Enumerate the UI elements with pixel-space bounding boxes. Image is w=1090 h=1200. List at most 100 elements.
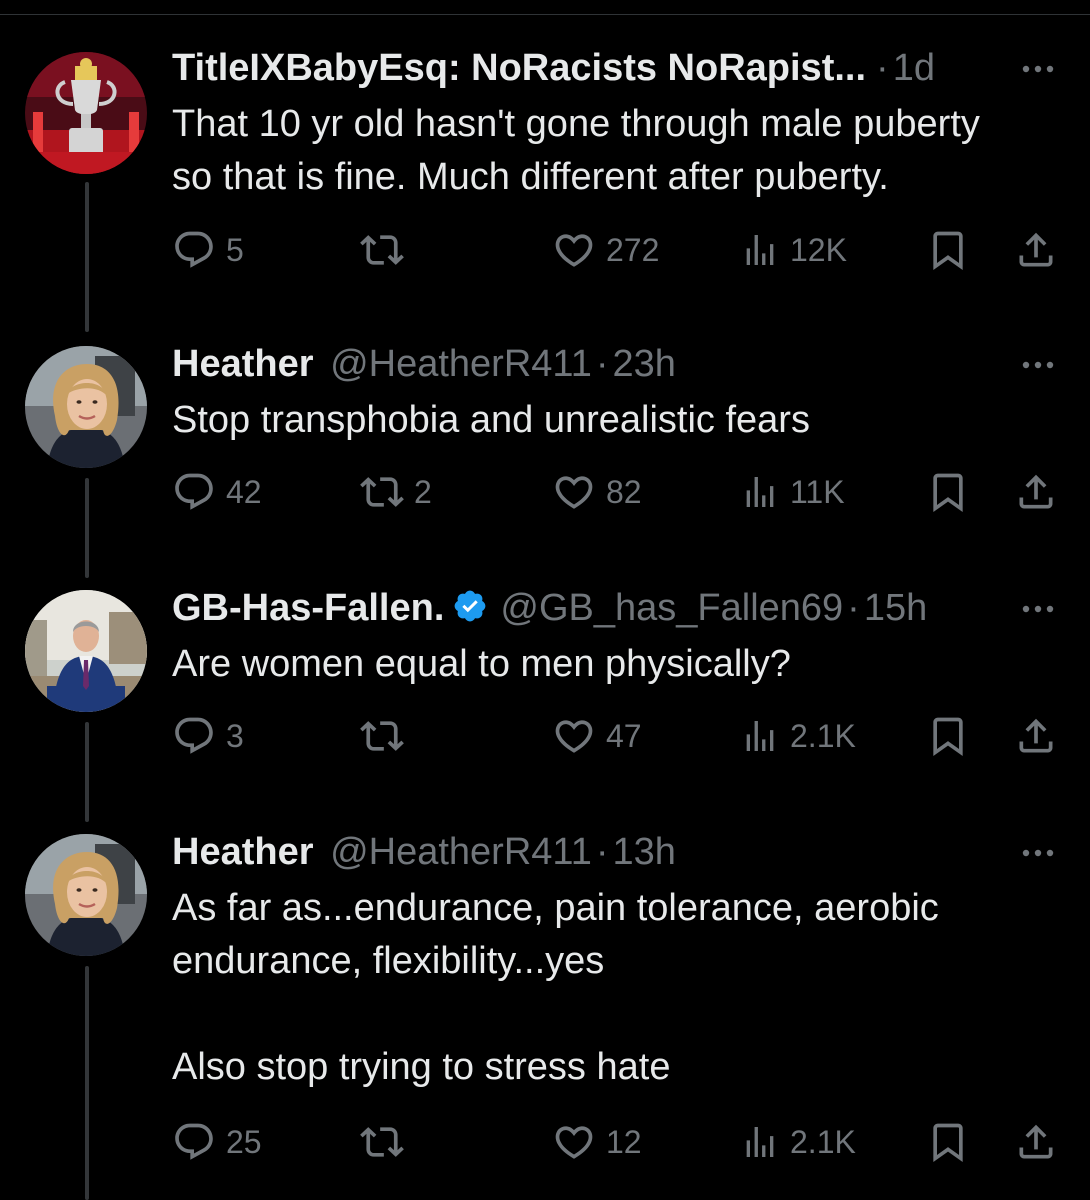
repost-button[interactable]: 2 — [360, 468, 432, 516]
views-icon — [740, 714, 780, 758]
tweet-header: Heather @HeatherR411 · 23h — [172, 342, 676, 386]
separator-dot: · — [847, 587, 860, 629]
views-button[interactable]: 12K — [740, 226, 847, 274]
tweet[interactable]: Heather @HeatherR411 · 23h Stop transphobi… — [0, 340, 1090, 584]
views-icon — [740, 470, 780, 514]
like-button[interactable]: 272 — [552, 226, 659, 274]
timestamp[interactable]: 23h — [613, 343, 676, 385]
tweet-text: Are women equal to men physically? — [172, 643, 791, 685]
timestamp[interactable]: 1d — [893, 47, 935, 89]
like-count: 47 — [606, 717, 642, 754]
repost-icon — [360, 1120, 404, 1164]
reply-count: 3 — [226, 717, 244, 754]
avatar[interactable] — [25, 590, 147, 712]
timestamp[interactable]: 13h — [613, 831, 676, 873]
display-name[interactable]: TitleIXBabyEsq: NoRacists NoRapist... — [172, 47, 866, 89]
like-icon — [552, 714, 596, 758]
more-icon — [1020, 603, 1056, 615]
tweet-header: GB-Has-Fallen. @GB_has_Fallen69 · 15h — [172, 586, 927, 630]
like-button[interactable]: 82 — [552, 468, 642, 516]
reply-button[interactable]: 42 — [172, 468, 262, 516]
bookmark-button[interactable] — [926, 468, 970, 516]
bookmark-button[interactable] — [926, 226, 970, 274]
reply-icon — [172, 1120, 216, 1164]
share-icon — [1014, 470, 1058, 514]
share-button[interactable] — [1014, 468, 1058, 516]
views-icon — [740, 1120, 780, 1164]
reply-icon — [172, 714, 216, 758]
handle[interactable]: @HeatherR411 — [330, 831, 592, 873]
tweet-header: TitleIXBabyEsq: NoRacists NoRapist... · 1d — [172, 46, 935, 90]
tweet-text: As far as...endurance, pain tolerance, a… — [172, 887, 939, 1088]
handle[interactable]: @GB_has_Fallen69 — [500, 587, 843, 629]
like-count: 82 — [606, 473, 642, 510]
separator-dot: · — [595, 831, 609, 873]
tweet[interactable]: TitleIXBabyEsq: NoRacists NoRapist... · 1d… — [0, 0, 1090, 340]
bookmark-icon — [926, 1120, 970, 1164]
display-name[interactable]: Heather — [172, 831, 314, 873]
views-button[interactable]: 11K — [740, 468, 845, 516]
bookmark-button[interactable] — [926, 712, 970, 760]
share-icon — [1014, 1120, 1058, 1164]
like-icon — [552, 228, 596, 272]
like-icon — [552, 470, 596, 514]
bookmark-button[interactable] — [926, 1118, 970, 1166]
more-icon — [1020, 63, 1056, 75]
share-icon — [1014, 714, 1058, 758]
like-button[interactable]: 47 — [552, 712, 642, 760]
trophy-avatar-icon — [25, 52, 147, 174]
bookmark-icon — [926, 470, 970, 514]
tweet[interactable]: Heather @HeatherR411 · 13h As far as...end… — [0, 828, 1090, 1200]
share-button[interactable] — [1014, 1118, 1058, 1166]
action-bar: 25 12 2.1K — [0, 1118, 1090, 1166]
avatar[interactable] — [25, 52, 147, 174]
share-button[interactable] — [1014, 712, 1058, 760]
display-name[interactable]: GB-Has-Fallen. — [172, 587, 444, 629]
views-button[interactable]: 2.1K — [740, 712, 856, 760]
views-icon — [740, 228, 780, 272]
repost-button[interactable] — [360, 1118, 414, 1166]
avatar[interactable] — [25, 346, 147, 468]
handle[interactable]: @HeatherR411 — [330, 343, 592, 385]
reply-count: 5 — [226, 231, 244, 268]
more-options-button[interactable] — [1020, 63, 1056, 75]
separator-dot: · — [876, 47, 889, 89]
tweet-header: Heather @HeatherR411 · 13h — [172, 830, 676, 874]
repost-count: 2 — [414, 473, 432, 510]
tweet[interactable]: GB-Has-Fallen. @GB_has_Fallen69 · 15h Are w… — [0, 584, 1090, 828]
more-icon — [1020, 847, 1056, 859]
repost-icon — [360, 228, 404, 272]
like-button[interactable]: 12 — [552, 1118, 642, 1166]
views-count: 2.1K — [790, 1123, 856, 1160]
like-count: 272 — [606, 231, 660, 268]
verified-badge-icon — [452, 588, 488, 624]
share-button[interactable] — [1014, 226, 1058, 274]
reply-icon — [172, 228, 216, 272]
reply-button[interactable]: 3 — [172, 712, 244, 760]
more-options-button[interactable] — [1020, 847, 1056, 859]
action-bar: 5 272 12K — [0, 226, 1090, 274]
like-count: 12 — [606, 1123, 642, 1160]
display-name[interactable]: Heather — [172, 343, 314, 385]
repost-icon — [360, 714, 404, 758]
man-in-suit-avatar-icon — [25, 590, 147, 712]
reply-count: 25 — [226, 1123, 262, 1160]
reply-count: 42 — [226, 473, 262, 510]
woman-avatar-icon — [25, 346, 147, 468]
like-icon — [552, 1120, 596, 1164]
avatar[interactable] — [25, 834, 147, 956]
more-icon — [1020, 359, 1056, 371]
timestamp[interactable]: 15h — [864, 587, 927, 629]
views-button[interactable]: 2.1K — [740, 1118, 856, 1166]
share-icon — [1014, 228, 1058, 272]
more-options-button[interactable] — [1020, 603, 1056, 615]
tweet-text: Stop transphobia and unrealistic fears — [172, 399, 810, 441]
repost-button[interactable] — [360, 226, 414, 274]
reply-button[interactable]: 25 — [172, 1118, 262, 1166]
reply-button[interactable]: 5 — [172, 226, 244, 274]
action-bar: 42 2 82 11K — [0, 468, 1090, 516]
action-bar: 3 47 2.1K — [0, 712, 1090, 760]
repost-button[interactable] — [360, 712, 414, 760]
bookmark-icon — [926, 714, 970, 758]
more-options-button[interactable] — [1020, 359, 1056, 371]
